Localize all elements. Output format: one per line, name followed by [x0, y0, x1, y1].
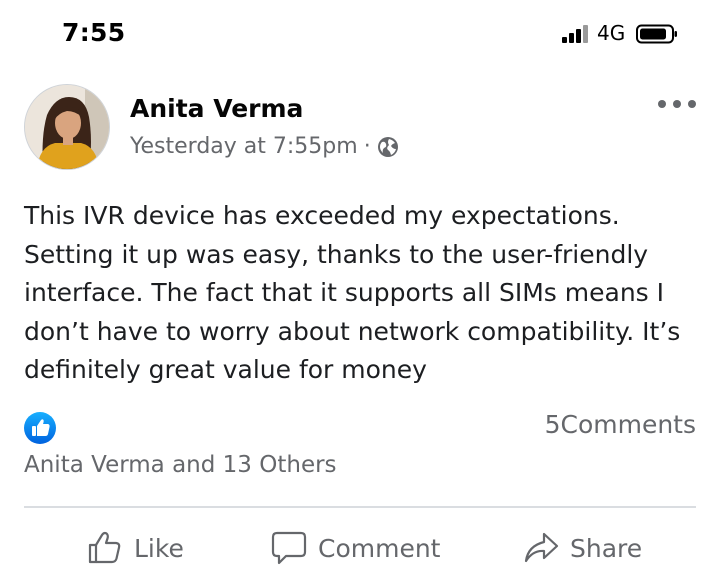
avatar-image — [25, 85, 109, 169]
post-author[interactable]: Anita Verma — [130, 94, 303, 123]
post-meta: Yesterday at 7:55pm · — [130, 134, 399, 159]
reactors-summary[interactable]: Anita Verma and 13 Others — [24, 452, 337, 478]
comment-icon — [271, 531, 307, 565]
comment-button[interactable]: Comment — [270, 526, 441, 570]
share-button[interactable]: Share — [522, 526, 642, 570]
post-text: This IVR device has exceeded my expectat… — [24, 201, 681, 384]
cellular-signal-icon — [562, 25, 588, 43]
like-label: Like — [134, 533, 184, 563]
globe-icon[interactable] — [377, 136, 399, 158]
battery-icon — [636, 24, 677, 44]
share-label: Share — [570, 533, 643, 563]
like-button[interactable]: Like — [86, 526, 184, 570]
post-timestamp[interactable]: Yesterday at 7:55pm — [130, 134, 358, 159]
divider — [24, 506, 696, 508]
status-time: 7:55 — [62, 18, 126, 47]
comments-count[interactable]: 5Comments — [545, 410, 696, 439]
like-badge-icon[interactable] — [24, 412, 56, 444]
more-options-icon[interactable] — [657, 98, 697, 110]
thumbs-up-icon — [88, 531, 121, 564]
network-type: 4G — [597, 21, 626, 45]
status-bar: 7:55 4G — [0, 0, 720, 62]
comment-label: Comment — [318, 533, 441, 563]
meta-separator: · — [363, 134, 371, 159]
share-arrow-icon — [524, 532, 559, 563]
avatar[interactable] — [24, 84, 110, 170]
